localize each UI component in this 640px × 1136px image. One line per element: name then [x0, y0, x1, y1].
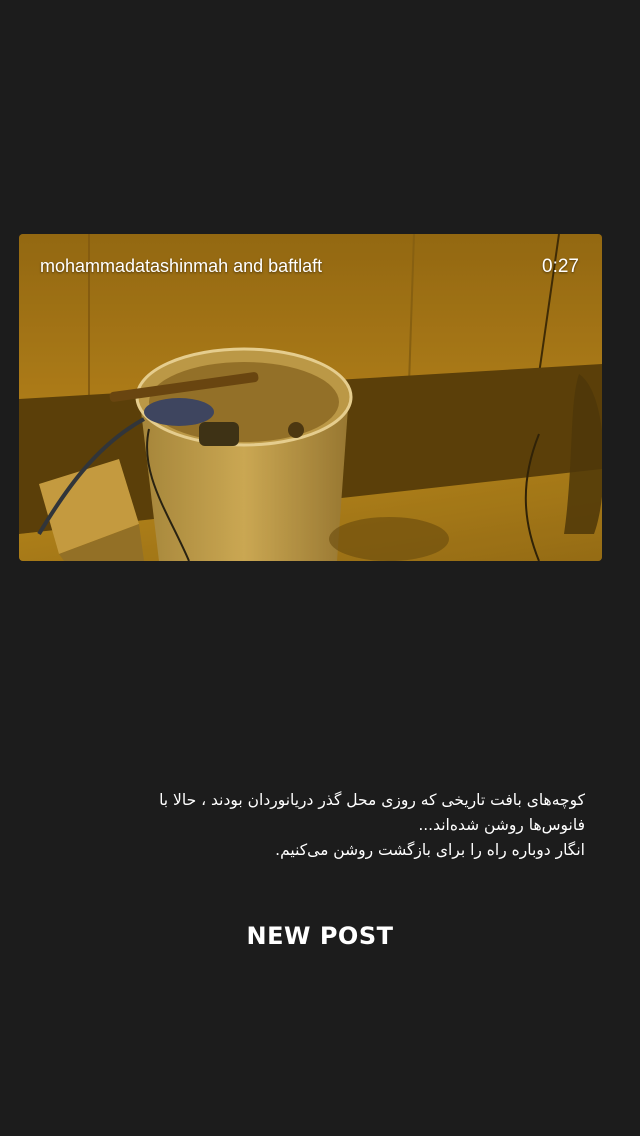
caption-line: کوچه‌های بافت تاریخی که روزی محل گذر دری…: [159, 791, 585, 809]
new-post-sticker[interactable]: NEW POST: [0, 922, 640, 950]
caption-line: فانوس‌ها روشن شده‌اند...: [418, 816, 585, 834]
video-post-card[interactable]: mohammadatashinmah and baftlaft 0:27: [19, 234, 602, 561]
story-caption: کوچه‌های بافت تاریخی که روزی محل گذر دری…: [40, 788, 585, 863]
caption-line: انگار دوباره راه را برای بازگشت روشن می‌…: [275, 841, 585, 859]
video-author-line[interactable]: mohammadatashinmah and baftlaft: [40, 256, 322, 277]
video-duration: 0:27: [542, 256, 579, 277]
video-thumbnail: [19, 234, 602, 561]
